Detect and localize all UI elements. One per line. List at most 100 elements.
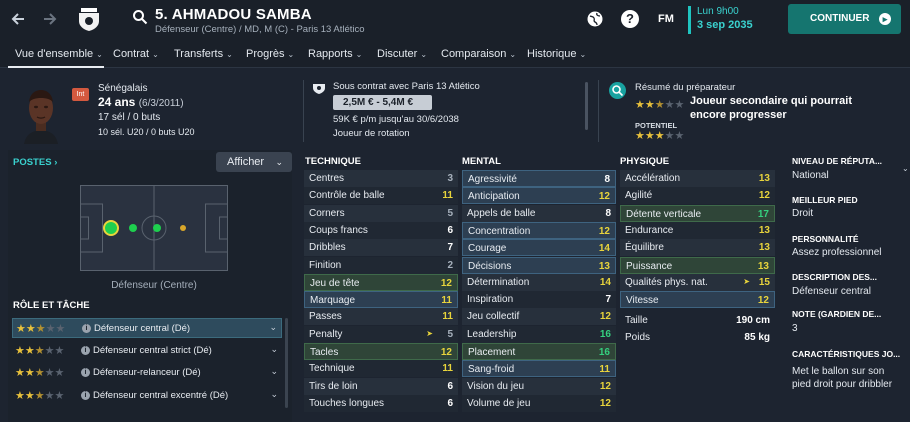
- attribute-name: Vitesse: [626, 295, 659, 307]
- attribute-row[interactable]: Anticipation 12: [462, 187, 616, 205]
- contract-title: Sous contrat avec Paris 13 Atlético: [333, 81, 480, 92]
- player-avatar: [18, 84, 64, 144]
- player-name: 5. AHMADOU SAMBA: [155, 6, 312, 23]
- attribute-row[interactable]: Penalty 5 ➤: [304, 325, 458, 343]
- squad-status: Joueur de rotation: [333, 128, 410, 139]
- attribute-value: 14: [599, 276, 611, 288]
- role-item[interactable]: ★★★★★ i Défenseur central (Dé) ⌄: [12, 318, 282, 338]
- attribute-row[interactable]: Décisions 13: [462, 256, 616, 274]
- attribute-row[interactable]: Passes 11: [304, 308, 458, 326]
- attribute-row[interactable]: Concentration 12: [462, 221, 616, 239]
- tab-history[interactable]: Historique ⌄: [527, 48, 586, 60]
- attribute-row[interactable]: Détermination 14: [462, 273, 616, 291]
- personality-value: Assez professionnel: [792, 247, 882, 258]
- date-accent-bar: [688, 6, 691, 34]
- tab-overview[interactable]: Vue d'ensemble ⌄: [15, 48, 103, 60]
- attribute-row[interactable]: Tirs de loin 6: [304, 377, 458, 395]
- attribute-name: Penalty: [309, 328, 343, 340]
- chevron-down-icon[interactable]: ⌄: [270, 344, 278, 355]
- attribute-row[interactable]: Placement 16: [462, 343, 616, 360]
- wage: 59K € p/m jusqu'au 30/6/2038: [333, 114, 459, 125]
- attribute-row[interactable]: Coups francs 6: [304, 221, 458, 239]
- attribute-name: Vision du jeu: [467, 380, 525, 392]
- tab-reports[interactable]: Rapports ⌄: [308, 48, 362, 60]
- attribute-name: Courage: [468, 243, 507, 255]
- attribute-row[interactable]: Contrôle de balle 11: [304, 187, 458, 205]
- tab-progress[interactable]: Progrès ⌄: [246, 48, 294, 60]
- world-icon[interactable]: [586, 10, 604, 28]
- attribute-row[interactable]: Agilité 12: [620, 187, 775, 205]
- potential-stars: ★★★★★: [635, 130, 685, 142]
- attribute-row[interactable]: Sang-froid 11: [462, 360, 616, 378]
- chevron-right-icon: ›: [54, 157, 58, 168]
- attribute-row[interactable]: Touches longues 6: [304, 394, 458, 412]
- attribute-name: Contrôle de balle: [309, 190, 385, 202]
- positions-link[interactable]: POSTES ›: [13, 157, 57, 168]
- attribute-row[interactable]: Volume de jeu 12: [462, 394, 616, 412]
- attribute-row[interactable]: Appels de balle 8: [462, 204, 616, 222]
- role-item[interactable]: ★★★★★ i Défenseur central strict (Dé) ⌄: [12, 341, 282, 361]
- chevron-down-icon[interactable]: ⌄: [270, 389, 278, 400]
- role-item[interactable]: ★★★★★ i Défenseur-relanceur (Dé) ⌄: [12, 363, 282, 383]
- attribute-row[interactable]: Marquage 11: [304, 291, 458, 309]
- attribute-name: Détente verticale: [626, 208, 702, 220]
- tab-bar: Vue d'ensemble ⌄ Contrat ⌄ Transferts ⌄ Pro…: [0, 40, 910, 68]
- attribute-row[interactable]: Finition 2: [304, 256, 458, 274]
- traits-value: Met le ballon sur son pied droit pour dr…: [792, 366, 893, 390]
- chevron-down-icon: ⌄: [287, 50, 295, 59]
- tab-discuss[interactable]: Discuter ⌄: [377, 48, 427, 60]
- attribute-name: Volume de jeu: [467, 397, 531, 409]
- attribute-row[interactable]: Qualités phys. nat. 15 ➤: [620, 273, 775, 291]
- attribute-name: Passes: [309, 311, 342, 323]
- attribute-row[interactable]: Technique 11: [304, 360, 458, 378]
- tab-contract[interactable]: Contrat ⌄: [113, 48, 159, 60]
- chevron-down-icon[interactable]: ⌄: [270, 366, 278, 377]
- club-crest-icon[interactable]: [78, 6, 100, 32]
- back-arrow-icon[interactable]: [8, 8, 30, 30]
- chevron-down-icon[interactable]: ⌄: [902, 164, 909, 173]
- attribute-row[interactable]: Vitesse 12: [620, 291, 775, 309]
- tab-transfers[interactable]: Transferts ⌄: [174, 48, 233, 60]
- info-icon[interactable]: i: [81, 391, 90, 400]
- attribute-value: 6: [447, 397, 453, 409]
- attribute-row[interactable]: Leadership 16: [462, 325, 616, 343]
- help-icon[interactable]: ?: [621, 10, 639, 28]
- attribute-row[interactable]: Centres 3: [304, 170, 458, 187]
- attribute-row[interactable]: Détente verticale 17: [620, 204, 775, 222]
- chevron-down-icon[interactable]: ⌄: [269, 322, 277, 333]
- attribute-row[interactable]: Jeu collectif 12: [462, 308, 616, 326]
- attribute-row[interactable]: Tacles 12: [304, 343, 458, 360]
- attribute-row[interactable]: Corners 5: [304, 204, 458, 222]
- description-label: DESCRIPTION DES...: [792, 272, 878, 282]
- fm-logo[interactable]: FM: [658, 13, 674, 25]
- attribute-row[interactable]: Accélération 13: [620, 170, 775, 187]
- info-icon[interactable]: i: [82, 324, 91, 333]
- role-item[interactable]: ★★★★★ i Défenseur central excentré (Dé) …: [12, 386, 282, 406]
- mental-title: MENTAL: [462, 156, 501, 167]
- info-icon[interactable]: i: [81, 346, 90, 355]
- attribute-row[interactable]: Dribbles 7: [304, 239, 458, 257]
- attribute-row[interactable]: Endurance 13: [620, 221, 775, 239]
- attribute-row[interactable]: Jeu de tête 12: [304, 273, 458, 291]
- scrollbar[interactable]: [585, 82, 588, 130]
- attribute-row[interactable]: Équilibre 13: [620, 239, 775, 257]
- divider: [598, 80, 599, 142]
- forward-arrow-icon[interactable]: [38, 8, 60, 30]
- info-icon[interactable]: i: [81, 368, 90, 377]
- search-icon[interactable]: [132, 9, 148, 25]
- chevron-down-icon: ⌄: [152, 50, 159, 59]
- continue-button[interactable]: CONTINUER ▸: [788, 4, 901, 34]
- attribute-row[interactable]: Agressivité 8: [462, 170, 616, 187]
- chevron-down-icon: ⌄: [355, 50, 363, 59]
- attribute-row[interactable]: Inspiration 7: [462, 291, 616, 309]
- roles-scrollbar[interactable]: [285, 318, 288, 408]
- attribute-row[interactable]: Vision du jeu 12: [462, 377, 616, 395]
- attribute-row[interactable]: Puissance 13: [620, 256, 775, 274]
- attribute-name: Coups francs: [309, 224, 368, 236]
- game-date: 3 sep 2035: [697, 19, 753, 31]
- attribute-value: 12: [440, 347, 452, 358]
- attribute-row[interactable]: Courage 14: [462, 239, 616, 257]
- display-dropdown[interactable]: Afficher ⌄: [216, 152, 292, 172]
- tab-comparison[interactable]: Comparaison ⌄: [441, 48, 516, 60]
- chevron-down-icon: ⌄: [96, 50, 103, 59]
